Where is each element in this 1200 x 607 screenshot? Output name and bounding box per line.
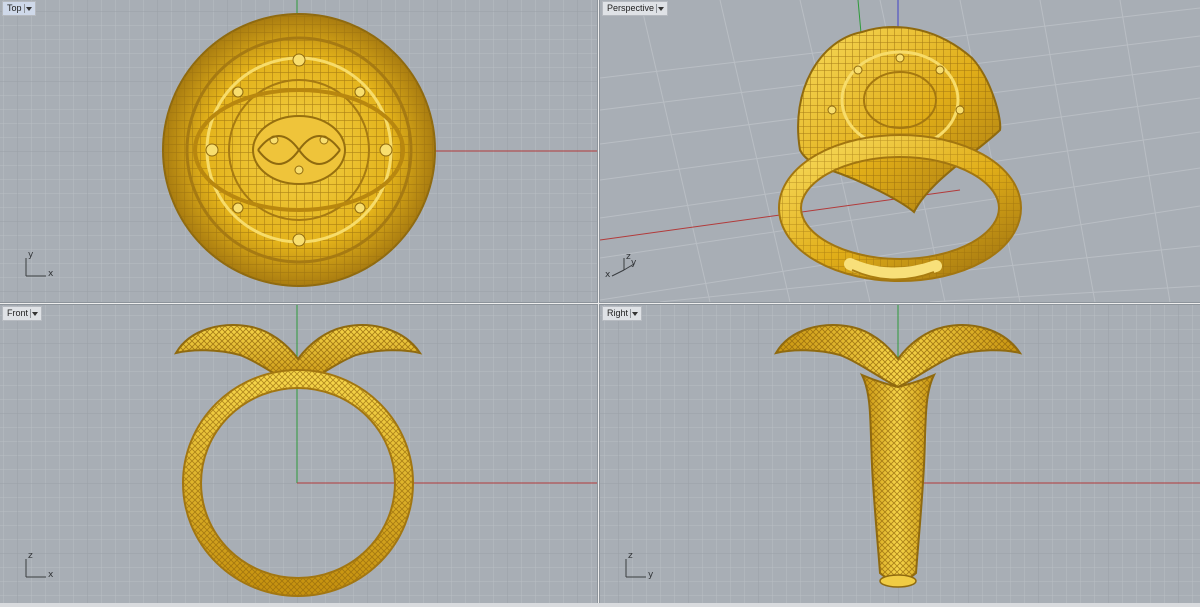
viewport-title: Front <box>7 308 29 318</box>
viewport-tab-right[interactable]: Right <box>602 306 643 321</box>
axis-label-a: z <box>628 551 633 561</box>
world-axes-icon: y x <box>22 250 62 280</box>
chevron-down-icon[interactable] <box>30 309 39 318</box>
chevron-down-icon[interactable] <box>23 4 33 13</box>
axis-label-a: y <box>28 250 34 260</box>
viewport-title: Right <box>607 308 629 318</box>
viewport-title: Top <box>7 3 22 13</box>
rhino-viewports-window: Top y x Perspective z y x Front z x Righ… <box>0 0 1200 607</box>
viewport-tab-top[interactable]: Top <box>2 1 36 16</box>
viewport-tab-perspective[interactable]: Perspective <box>602 1 669 16</box>
axis-label-c: x <box>605 270 611 280</box>
axis-label-b: y <box>648 570 654 580</box>
viewport-top[interactable]: Top y x <box>0 0 598 303</box>
viewport-perspective-scene[interactable] <box>600 0 1200 302</box>
viewport-front[interactable]: Front z x <box>0 304 598 604</box>
axis-label-b: y <box>631 258 637 268</box>
viewport-title: Perspective <box>607 3 655 13</box>
viewport-tab-front[interactable]: Front <box>2 306 43 321</box>
axis-label-a: z <box>28 551 33 561</box>
axis-label-b: x <box>48 269 54 279</box>
viewport-top-scene[interactable] <box>0 0 597 302</box>
status-strip <box>0 603 1200 607</box>
chevron-down-icon[interactable] <box>630 309 639 318</box>
world-axes-icon: z y <box>622 551 662 581</box>
viewport-perspective[interactable]: Perspective z y x <box>599 0 1200 303</box>
viewport-right-scene[interactable] <box>600 305 1200 603</box>
chevron-down-icon[interactable] <box>656 4 665 13</box>
ring-model-top-view[interactable] <box>162 13 436 287</box>
world-axes-icon: z x <box>22 551 62 581</box>
axis-label-b: x <box>48 570 54 580</box>
viewport-right[interactable]: Right z y <box>599 304 1200 604</box>
viewport-front-scene[interactable] <box>0 305 597 603</box>
world-axes-icon: z y x <box>604 252 640 282</box>
